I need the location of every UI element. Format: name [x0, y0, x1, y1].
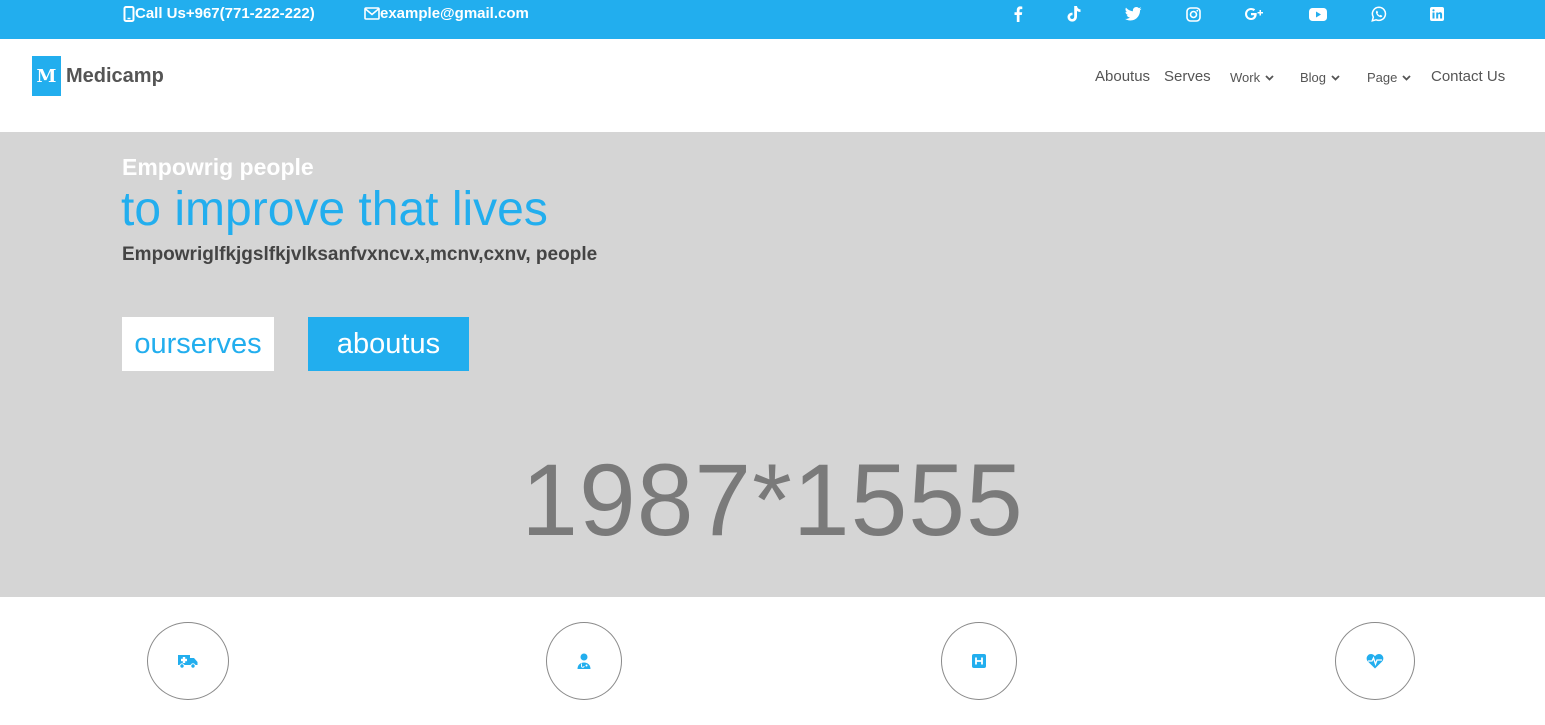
ourserves-button[interactable]: ourserves: [122, 317, 274, 371]
nav-serves-label: Serves: [1164, 68, 1211, 85]
nav-page-label: Page: [1367, 70, 1398, 85]
chevron-down-icon: [1331, 74, 1340, 81]
email-text: example@gmail.com: [380, 5, 529, 22]
nav-aboutus[interactable]: Aboutus: [1095, 68, 1150, 85]
nav-contact[interactable]: Contact Us: [1431, 68, 1505, 85]
feature-hospital[interactable]: [941, 622, 1017, 700]
chevron-down-icon: [1265, 74, 1274, 81]
phone-text: Call Us+967(771-222-222): [135, 5, 315, 22]
phone-icon: [123, 5, 135, 22]
hospital-icon: [972, 654, 986, 668]
logo-mark[interactable]: M: [32, 56, 61, 96]
google-plus-icon[interactable]: [1243, 3, 1267, 25]
nav-serves[interactable]: Serves: [1164, 68, 1211, 85]
contact-phone[interactable]: Call Us+967(771-222-222): [123, 5, 315, 22]
feature-doctor[interactable]: [546, 622, 622, 700]
hero-kicker: Empowrig people: [122, 154, 314, 180]
nav-work[interactable]: Work: [1230, 70, 1274, 85]
hero-subtitle: Empowriglfkjgslfkjvlksanfvxncv.x,mcnv,cx…: [122, 244, 598, 265]
nav-page[interactable]: Page: [1367, 70, 1412, 85]
hero-title: to improve that lives: [121, 183, 548, 236]
contact-email[interactable]: example@gmail.com: [364, 5, 529, 22]
image-placeholder-dimensions: 1987*1555: [521, 443, 1024, 557]
facebook-icon[interactable]: [1006, 3, 1030, 25]
nav-blog-label: Blog: [1300, 70, 1327, 85]
chevron-down-icon: [1402, 74, 1412, 81]
youtube-icon[interactable]: [1306, 3, 1330, 25]
doctor-icon: [577, 653, 591, 669]
feature-heartbeat[interactable]: [1335, 622, 1415, 700]
heartbeat-icon: [1366, 653, 1384, 669]
tiktok-icon[interactable]: [1062, 3, 1086, 25]
twitter-icon[interactable]: [1121, 3, 1145, 25]
aboutus-button[interactable]: aboutus: [308, 317, 469, 371]
nav-work-label: Work: [1230, 70, 1261, 85]
feature-ambulance[interactable]: [147, 622, 229, 700]
nav-contact-label: Contact Us: [1431, 68, 1506, 85]
nav-aboutus-label: Aboutus: [1095, 68, 1151, 85]
ambulance-icon: [178, 655, 198, 669]
linkedin-icon[interactable]: [1425, 3, 1449, 25]
envelope-icon: [364, 7, 380, 20]
site-header: M Medicamp Aboutus Serves Work Blog Page…: [0, 39, 1545, 132]
hero-section: Empowrig people to improve that lives Em…: [0, 132, 1545, 597]
logo-text[interactable]: Medicamp: [66, 65, 164, 88]
top-bar: Call Us+967(771-222-222) example@gmail.c…: [0, 0, 1545, 39]
nav-blog[interactable]: Blog: [1300, 70, 1340, 85]
whatsapp-icon[interactable]: [1367, 3, 1391, 25]
instagram-icon[interactable]: [1181, 3, 1205, 25]
